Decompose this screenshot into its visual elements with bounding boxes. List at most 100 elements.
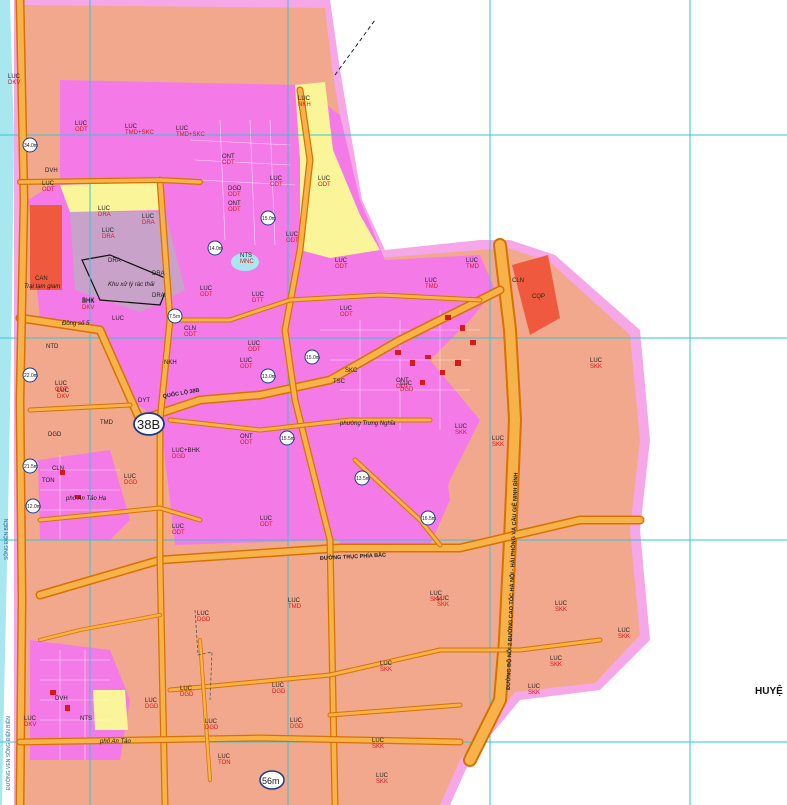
zone-code-bottom: DKV [82, 305, 94, 311]
width-badge: 15.5m [279, 430, 295, 446]
zone-label: LUCDRA [98, 206, 111, 218]
zone-label: LUCSKK [437, 596, 450, 608]
width-badge-label: 15.5m [281, 436, 295, 442]
zone-code-bottom: TMD [288, 604, 302, 610]
zone-label: LUCODT [248, 341, 261, 353]
land-code-label: NKH [164, 360, 177, 366]
zone-label: ONTODT [228, 201, 241, 213]
zone-code-bottom: ODT [340, 312, 353, 318]
place-dong-so: Đồng số 5 [62, 320, 90, 327]
zone-code-bottom: ODT [222, 160, 235, 166]
zone-label: LUCSKK [618, 628, 631, 640]
width-badge: 22.0m [22, 367, 38, 383]
width-badge-label: 13.5m [356, 476, 370, 482]
zone-code-bottom: SKK [550, 662, 562, 668]
land-code-label: TON [42, 478, 55, 484]
zone-label: LUCDRA [102, 228, 115, 240]
zone-label: LUCODT [75, 121, 88, 133]
road-label-bb-river: ĐƯỜNG VEN SÔNG ĐIỆN BIÊN [4, 716, 12, 790]
zone-label: LUCTMD [466, 258, 480, 270]
width-badge: 21.5m [22, 458, 38, 474]
zone-label: LUCSKK [555, 601, 568, 613]
route-shield-56m: 56m [259, 770, 285, 790]
map-canvas: LUCDKVLUCODT LUCTMD+SKCLUCTMD+SKCLUCNKHON… [0, 0, 787, 805]
zone-code-bottom: DGD [205, 725, 219, 731]
zone-code-bottom: NKH [298, 102, 311, 108]
zone-label: ONTODT [396, 378, 409, 390]
land-code-label: CQP [532, 294, 545, 300]
zone-code-bottom: SKK [372, 744, 384, 750]
land-code-label: DGD [48, 432, 62, 438]
zone-code-bottom: ODT [228, 207, 241, 213]
width-badge: 13.0m [260, 368, 276, 384]
width-badge-label: 16.5m [422, 516, 436, 522]
zone-code-bottom: ODT [318, 182, 331, 188]
land-use-map: LUC DKV LUC ODT LUC TMD+SKC LUC TMD+SKC LUC NKH ON… [0, 0, 787, 805]
land-code-label: DRA [152, 271, 165, 277]
place-truong-nghia: phường Trưng Nghĩa [339, 421, 396, 427]
zone-code-bottom: DTT [252, 298, 264, 304]
zone-label: LUCODT [260, 516, 273, 528]
zone-label: LUCSKK [528, 684, 541, 696]
zone-label: LUCDTT [252, 292, 265, 304]
land-code-label: CLN [52, 466, 64, 472]
land-code-label: DYT [138, 398, 150, 404]
zone-code-bottom: SKK [618, 634, 630, 640]
land-code-label: BHK [82, 298, 94, 304]
zone-label: LUCDKV [8, 74, 21, 86]
width-badge: 14.0m [207, 240, 223, 256]
zone-label: DGDODT [228, 186, 242, 198]
width-badge: 7.5m [167, 308, 183, 324]
land-code-label: DVH [55, 696, 68, 702]
zone-code-bottom: DRA [102, 234, 115, 240]
zone-label: LUCODT [318, 176, 331, 188]
zone-label: LUCDGD [197, 611, 211, 623]
residential-east [340, 430, 450, 545]
residential-strip [170, 500, 330, 545]
zone-code-bottom: ODT [228, 192, 241, 198]
zone-code-bottom: DGD [145, 704, 159, 710]
zone-label: LUCDGD [180, 686, 194, 698]
land-code-label: SKC [345, 368, 358, 374]
zone-code-bottom: ODT [260, 522, 273, 528]
zone-code-bottom: ODT [396, 384, 409, 390]
zone-code-bottom: DGD [272, 689, 286, 695]
zone-code-bottom: SKK [437, 602, 449, 608]
zone-code-bottom: DKV [57, 394, 69, 400]
zone-code-bottom: TMD+SKC [176, 132, 206, 138]
zone-label: LUCSKK [376, 773, 389, 785]
zone-label: LUCODT [286, 232, 299, 244]
land-code-label: CLN [512, 278, 524, 284]
route-38b-label: 38B [137, 417, 160, 432]
zone-code-bottom: TMD+SKC [125, 130, 155, 136]
land-code-label: DRA [108, 258, 121, 264]
width-badge-label: 21.5m [24, 464, 38, 470]
zone-label: LUCDRA [142, 214, 155, 226]
zone-label: LUCSKK [492, 436, 505, 448]
region-label: HUYỆ [755, 684, 783, 697]
zone-label: LUCODT [270, 176, 283, 188]
place-an-tao-ha: phố An Tảo Hạ [65, 495, 107, 502]
width-badge-label: 7.5m [169, 314, 180, 320]
width-badge-label: 12.0m [27, 504, 41, 510]
zone-code-bottom: SKK [376, 779, 388, 785]
land-code-label: NTS [80, 716, 92, 722]
zone-label: LUCSKK [372, 738, 385, 750]
zone-code-bottom: DKV [24, 722, 36, 728]
zone-label: ONTODT [222, 154, 235, 166]
zone-label: LUCSKK [550, 656, 563, 668]
zone-code-bottom: ODT [172, 530, 185, 536]
zone-code-bottom: SKK [492, 442, 504, 448]
zone-code-bottom: DGD [197, 617, 211, 623]
zone-label: LUCDKV [57, 388, 70, 400]
zone-label: LUCODT [200, 286, 213, 298]
zone-label: ONTODT [240, 434, 253, 446]
zone-code-bottom: SKK [555, 607, 567, 613]
road-label-river: SÔNG ĐIỆN BIÊN [2, 518, 10, 560]
zone-code-bottom: ODT [42, 187, 55, 193]
land-code-label: TSC [333, 379, 346, 385]
zone-code-bottom: SKK [380, 667, 392, 673]
zone-code-bottom: SKK [528, 690, 540, 696]
zone-label: LUCDKV [24, 716, 37, 728]
zone-code-bottom: DKV [8, 80, 20, 86]
